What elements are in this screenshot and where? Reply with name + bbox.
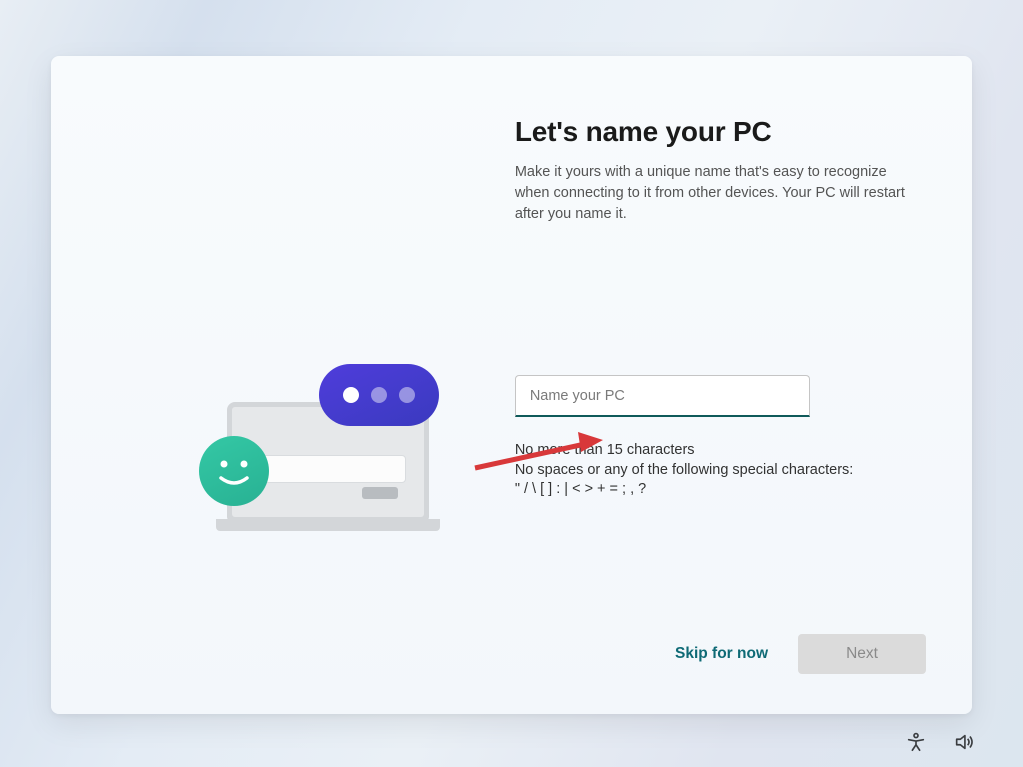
next-button[interactable]: Next [798,634,926,674]
hint-chars-list: " / \ [ ] : | < > + = ; , ? [515,480,915,500]
dot-icon [399,387,415,403]
smiley-icon [199,436,269,506]
hint-max-chars: No more than 15 characters [515,441,915,461]
pc-name-input[interactable] [515,375,810,417]
left-column [103,112,479,714]
hint-no-special: No spaces or any of the following specia… [515,461,915,481]
page-subtitle: Make it yours with a unique name that's … [515,162,915,225]
search-bar-graphic [250,455,406,483]
chat-bubble-icon [319,364,439,426]
accessibility-icon[interactable] [905,731,927,753]
skip-button[interactable]: Skip for now [669,635,774,673]
input-hints: No more than 15 characters No spaces or … [515,441,915,500]
footer-buttons: Skip for now Next [669,634,926,674]
right-column: Let's name your PC Make it yours with a … [515,112,915,714]
volume-icon[interactable] [953,731,975,753]
content-row: Let's name your PC Make it yours with a … [51,56,972,714]
dot-icon [343,387,359,403]
page-title: Let's name your PC [515,116,915,148]
pc-chat-illustration [199,364,489,564]
system-tray [905,731,975,753]
dot-icon [371,387,387,403]
chip-graphic [362,487,398,499]
setup-card: Let's name your PC Make it yours with a … [51,56,972,714]
